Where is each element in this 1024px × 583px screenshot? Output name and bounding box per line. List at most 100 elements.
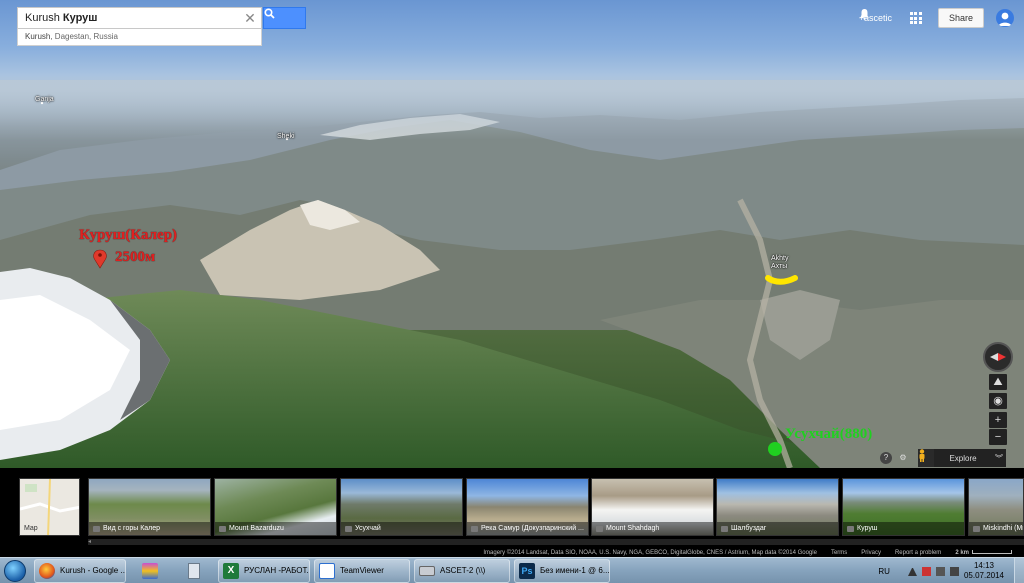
plus-icon: + [994, 414, 1002, 426]
photo-thumbnail[interactable]: Mount Shahdagh [591, 478, 714, 536]
start-button[interactable] [0, 558, 30, 583]
place-label-ganja: Ganja [35, 96, 54, 103]
drive-icon [419, 565, 435, 576]
explore-bar[interactable]: Explore ︾ [918, 449, 1006, 467]
thumb-caption: Mount Shahdagh [592, 522, 713, 535]
peak-name-annotation: Куруш(Калер) [79, 227, 178, 243]
search-query-prefix: Kurush [25, 12, 63, 24]
search-query-bold: Куруш [62, 12, 98, 24]
search-icon [264, 8, 275, 19]
excel-icon: X [223, 562, 239, 579]
network-icon[interactable] [935, 566, 945, 576]
taskbar-item-label: TeamViewer [340, 566, 384, 575]
thumb-caption: Mount Bazarduzu [215, 522, 336, 535]
terrain-view[interactable]: Ganja Sheki Akhty Ахты Куруш(Калер) 2500… [0, 0, 1024, 468]
pegman-icon[interactable] [918, 449, 934, 467]
taskbar-item-label: РУСЛАН -РАБОТ... [244, 566, 310, 575]
location-target-icon: ◉ [993, 395, 1003, 407]
thumb-caption: Miskindhi (Мискинджи) [969, 522, 1023, 535]
akhty-latin: Akhty [771, 255, 789, 262]
zoom-out-button[interactable]: − [989, 429, 1007, 445]
suggestion-bold: Kurush [25, 32, 51, 41]
thumb-caption: Куруш [843, 522, 964, 535]
clock[interactable]: 14:13 05.07.2014 [964, 561, 1004, 581]
photo-thumbnail[interactable]: Шалбуздаг [716, 478, 839, 536]
photo-thumbnail[interactable]: Куруш [842, 478, 965, 536]
teamviewer-icon [319, 562, 335, 579]
action-center-flag-icon[interactable] [921, 566, 931, 576]
imagery-credits: Imagery ©2014 Landsat, Data SIO, NOAA, U… [483, 549, 817, 556]
report-problem-link[interactable]: Report a problem [895, 550, 941, 556]
notifications-bell-icon[interactable] [859, 8, 870, 20]
avatar[interactable] [996, 9, 1014, 27]
show-desktop-button[interactable] [1014, 558, 1024, 583]
photo-strip: Map Вид с горы Калер Mount Bazarduzu Усу… [0, 468, 1024, 556]
help-icon[interactable]: ? [880, 452, 892, 464]
taskbar-item-photoshop[interactable]: Ps Без имени-1 @ 6... [514, 558, 610, 583]
photo-thumbnail[interactable]: Вид с горы Калер [88, 478, 211, 536]
show-hidden-icons-icon[interactable] [907, 567, 917, 576]
thumb-caption: Река Самур (Докузпаринский ... [467, 522, 588, 535]
tilt-button[interactable]: ⛰ [989, 374, 1007, 390]
search-query[interactable]: Kurush Куруш [25, 12, 239, 24]
thumb-caption: Вид с горы Калер [89, 522, 210, 535]
calculator-icon [188, 562, 200, 579]
taskbar-item-excel[interactable]: X РУСЛАН -РАБОТ... [218, 558, 310, 583]
scale-label: 2 km [955, 549, 969, 556]
profile-icon [998, 12, 1012, 26]
taskbar-item-teamviewer[interactable]: TeamViewer [314, 558, 410, 583]
thumb-caption: Шалбуздаг [717, 522, 838, 535]
zoom-in-button[interactable]: + [989, 412, 1007, 428]
account-bar: +ascetic Share [859, 8, 1014, 28]
thumb-caption: Map [24, 525, 38, 532]
thumb-caption: Усухчай [341, 522, 462, 535]
photo-thumbnail[interactable]: Miskindhi (Мискинджи) [968, 478, 1024, 536]
terms-link[interactable]: Terms [831, 550, 847, 556]
search-input[interactable]: Kurush Куруш ✕ [17, 7, 262, 29]
taskbar-pin-archiver[interactable] [130, 559, 170, 583]
taskbar-item-label: Kurush - Google ... [60, 566, 126, 575]
compass-control[interactable] [983, 342, 1013, 372]
peak-height-annotation: 2500м [115, 249, 156, 265]
photo-thumbnail[interactable]: Mount Bazarduzu [214, 478, 337, 536]
taskbar-item-label: ASCET-2 (\\) [440, 566, 486, 575]
compass-icon [990, 353, 1006, 361]
search-suggestion[interactable]: Kurush, Dagestan, Russia [17, 29, 262, 46]
akhty-cyrillic: Ахты [771, 263, 788, 270]
tilt-icon: ⛰ [993, 376, 1003, 388]
scale-bar [972, 549, 1012, 554]
photo-thumbnail[interactable]: Усухчай [340, 478, 463, 536]
apps-grid-icon[interactable] [909, 12, 922, 24]
taskbar-pin-calculator[interactable] [174, 559, 214, 583]
clock-date: 05.07.2014 [963, 571, 1004, 580]
taskbar-item-label: Без имени-1 @ 6... [540, 566, 610, 575]
firefox-icon [39, 562, 55, 579]
photo-thumbnail[interactable]: Река Самур (Докузпаринский ... [466, 478, 589, 536]
map-thumbnail[interactable]: Map [19, 478, 80, 536]
privacy-link[interactable]: Privacy [861, 550, 881, 556]
language-indicator[interactable]: RU [878, 567, 890, 576]
thumbnail-scrollbar[interactable]: ◂ [88, 539, 1024, 545]
search-button[interactable] [263, 7, 306, 29]
taskbar-item-ascet[interactable]: ASCET-2 (\\) [414, 558, 510, 583]
share-button[interactable]: Share [937, 8, 984, 28]
clock-time: 14:13 [973, 561, 994, 570]
system-tray: RU 14:13 05.07.2014 [878, 558, 1024, 583]
scale-indicator[interactable]: 2 km [955, 550, 1012, 556]
photoshop-icon: Ps [519, 562, 535, 579]
clear-search-icon[interactable]: ✕ [239, 10, 261, 27]
explore-label: Explore [949, 453, 977, 463]
volume-icon[interactable] [949, 566, 959, 576]
suggestion-rest: , Dagestan, Russia [50, 32, 118, 41]
scroll-left-icon[interactable]: ◂ [88, 539, 96, 545]
winrar-icon [142, 562, 158, 579]
chevron-down-icon[interactable]: ︾ [992, 453, 1006, 464]
place-label-akhty: Akhty Ахты [771, 255, 789, 271]
station-annotation: Усухчай(880) [785, 426, 873, 442]
windows-logo-icon [4, 559, 26, 582]
taskbar-item-browser[interactable]: Kurush - Google ... [34, 558, 126, 583]
minus-icon: − [994, 431, 1002, 443]
settings-gear-icon[interactable]: ⚙ [897, 452, 909, 464]
green-marker [768, 442, 782, 456]
my-location-button[interactable]: ◉ [989, 393, 1007, 409]
